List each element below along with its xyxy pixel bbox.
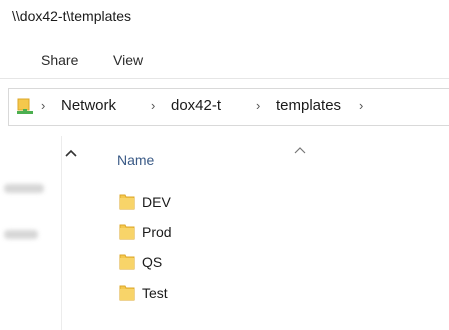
- ribbon: Share View: [0, 38, 449, 78]
- navigation-pane[interactable]: [0, 136, 62, 330]
- address-bar[interactable]: › Network › dox42-t › templates ›: [8, 88, 449, 126]
- folder-name: DEV: [142, 194, 171, 210]
- folder-icon: [119, 253, 135, 271]
- folder-icon: [119, 223, 135, 241]
- tab-view[interactable]: View: [113, 52, 143, 68]
- column-header-name[interactable]: Name: [117, 152, 154, 168]
- chevron-right-icon[interactable]: ›: [256, 98, 260, 113]
- list-item[interactable]: Prod: [116, 220, 376, 244]
- scroll-up-icon[interactable]: [62, 146, 80, 160]
- chevron-right-icon[interactable]: ›: [41, 98, 45, 113]
- window-title: \\dox42-t\templates: [12, 8, 132, 24]
- chevron-right-icon[interactable]: ›: [359, 98, 363, 113]
- ribbon-divider: [0, 78, 449, 79]
- list-item[interactable]: DEV: [116, 190, 376, 214]
- breadcrumb-host[interactable]: dox42-t: [171, 97, 221, 114]
- breadcrumb-network[interactable]: Network: [61, 97, 116, 114]
- list-item[interactable]: QS: [116, 250, 376, 274]
- network-folder-icon: [17, 98, 33, 116]
- breadcrumb-templates[interactable]: templates: [276, 97, 341, 114]
- folder-name: Test: [142, 285, 168, 301]
- folder-icon: [119, 284, 135, 302]
- folder-name: QS: [142, 254, 163, 270]
- tab-share[interactable]: Share: [41, 52, 78, 68]
- chevron-right-icon[interactable]: ›: [151, 98, 155, 113]
- title-bar: \\dox42-t\templates: [0, 0, 449, 34]
- nav-item-blurred[interactable]: [4, 184, 44, 193]
- folder-icon: [119, 193, 135, 211]
- nav-item-blurred[interactable]: [4, 230, 38, 239]
- sort-ascending-icon: [294, 141, 306, 154]
- folder-name: Prod: [142, 224, 172, 240]
- list-item[interactable]: Test: [116, 281, 376, 305]
